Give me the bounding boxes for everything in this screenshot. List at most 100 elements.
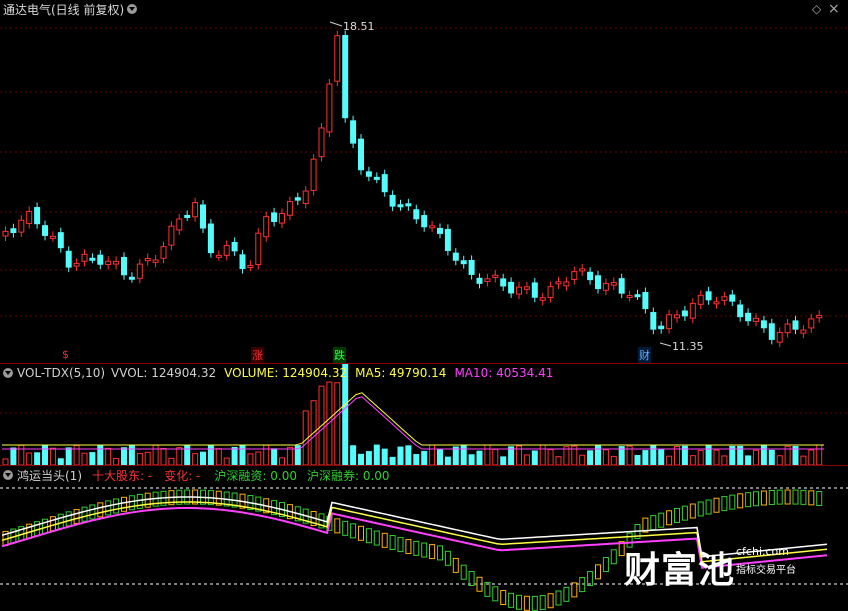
candle-body xyxy=(200,204,206,229)
indicator-bar xyxy=(784,489,791,505)
candle-body xyxy=(555,281,562,285)
low-price-label: 11.35 xyxy=(672,340,704,353)
ind-indicator-name[interactable]: 鸿运当头(1) xyxy=(17,467,82,484)
candlestick-chart[interactable] xyxy=(0,0,848,611)
indicator-bar xyxy=(563,586,570,602)
indicator-header: 鸿运当头(1) 十大股东: - 变化: - 沪深融资: 0.00 沪深融券: 0… xyxy=(0,466,390,484)
vol-ma10-line xyxy=(2,396,824,450)
volume-bar xyxy=(144,451,151,466)
volume-bar xyxy=(547,449,554,466)
indicator-bar xyxy=(381,532,388,548)
volume-bar xyxy=(247,453,254,466)
candle-body xyxy=(113,260,120,265)
volume-bar xyxy=(523,454,530,466)
candle-body xyxy=(34,207,41,225)
indicator-bar xyxy=(674,507,680,523)
volume-bar xyxy=(49,447,56,466)
candle-body xyxy=(144,258,151,262)
candle-body xyxy=(587,271,594,281)
indicator-bar xyxy=(800,489,807,505)
volume-bar xyxy=(136,452,143,466)
volume-bar xyxy=(531,450,538,466)
ind-menu-icon[interactable] xyxy=(3,470,13,480)
candle-body xyxy=(65,250,72,268)
candle-body xyxy=(89,257,96,261)
candle-body xyxy=(760,320,767,329)
indicator-bar xyxy=(350,523,357,539)
volume-bar xyxy=(508,446,515,466)
event-tag-finance[interactable]: 财 xyxy=(638,347,651,363)
volume-bar xyxy=(381,448,388,466)
indicator-bar xyxy=(587,571,594,587)
candle-body xyxy=(776,331,783,343)
candle-body xyxy=(271,212,278,223)
candle-body xyxy=(547,286,554,299)
indicator-bar xyxy=(737,493,744,509)
indicator-bar xyxy=(508,592,515,608)
event-tag-up[interactable]: 涨 xyxy=(251,347,264,363)
high-price-label: 18.51 xyxy=(343,20,375,33)
volume-bar xyxy=(200,451,206,466)
volume-bar xyxy=(34,452,41,466)
volume-bar xyxy=(437,448,443,466)
indicator-bar xyxy=(666,510,673,526)
volume-bar xyxy=(444,456,451,466)
candle-body xyxy=(365,171,372,177)
candle-body xyxy=(397,204,404,208)
low-pointer xyxy=(659,342,672,347)
volume-bar xyxy=(768,449,775,466)
indicator-bar xyxy=(579,577,586,593)
candle-body xyxy=(121,256,127,276)
indicator-bar xyxy=(713,497,720,513)
volume-bar xyxy=(452,446,459,466)
volume-bar xyxy=(808,449,815,466)
candle-body xyxy=(413,209,420,220)
indicator-bar xyxy=(745,492,752,508)
volume-bar xyxy=(358,453,364,466)
indicator-bar xyxy=(128,495,135,511)
vol-ma5-line xyxy=(2,392,824,446)
candle-body xyxy=(255,232,262,265)
candle-body xyxy=(595,275,601,290)
volume-bar xyxy=(555,456,562,466)
volume-bar xyxy=(476,450,483,466)
candle-body xyxy=(626,295,633,299)
volume-bar xyxy=(160,447,167,466)
candle-body xyxy=(128,276,135,280)
indicator-bar xyxy=(389,535,396,551)
volume-bar xyxy=(689,455,696,466)
volume-bar xyxy=(634,454,641,466)
volume-bar xyxy=(666,455,673,466)
candle-body xyxy=(334,35,341,82)
candle-body xyxy=(405,203,412,207)
indicator-bar xyxy=(729,494,736,510)
indicator-bar xyxy=(342,520,349,536)
volume-bar xyxy=(81,452,88,466)
candle-body xyxy=(753,317,759,322)
vol-ma10: MA10: 40534.41 xyxy=(454,366,554,380)
candle-body xyxy=(729,294,736,302)
vol-menu-icon[interactable] xyxy=(3,368,13,378)
candle-body xyxy=(373,176,380,180)
volume-bar xyxy=(800,455,807,466)
candle-body xyxy=(468,259,475,275)
candle-body xyxy=(460,260,467,265)
candle-body xyxy=(539,297,546,301)
volume-bar xyxy=(128,444,135,466)
indicator-bar xyxy=(776,489,783,505)
volume-bar xyxy=(610,455,617,466)
candle-body xyxy=(184,214,191,218)
vol-indicator-name[interactable]: VOL-TDX(5,10) xyxy=(17,366,105,380)
event-tag-dollar[interactable]: $ xyxy=(62,348,69,361)
candle-body xyxy=(674,314,680,319)
indicator-bar xyxy=(121,496,127,512)
candle-body xyxy=(215,254,222,258)
candle-body xyxy=(192,202,199,218)
candle-body xyxy=(160,246,167,259)
volume-bar xyxy=(73,444,80,466)
event-tag-down[interactable]: 跌 xyxy=(333,347,346,363)
indicator-bar xyxy=(531,595,538,611)
candle-body xyxy=(816,314,823,319)
candle-body xyxy=(689,302,696,319)
indicator-bar xyxy=(405,539,412,555)
